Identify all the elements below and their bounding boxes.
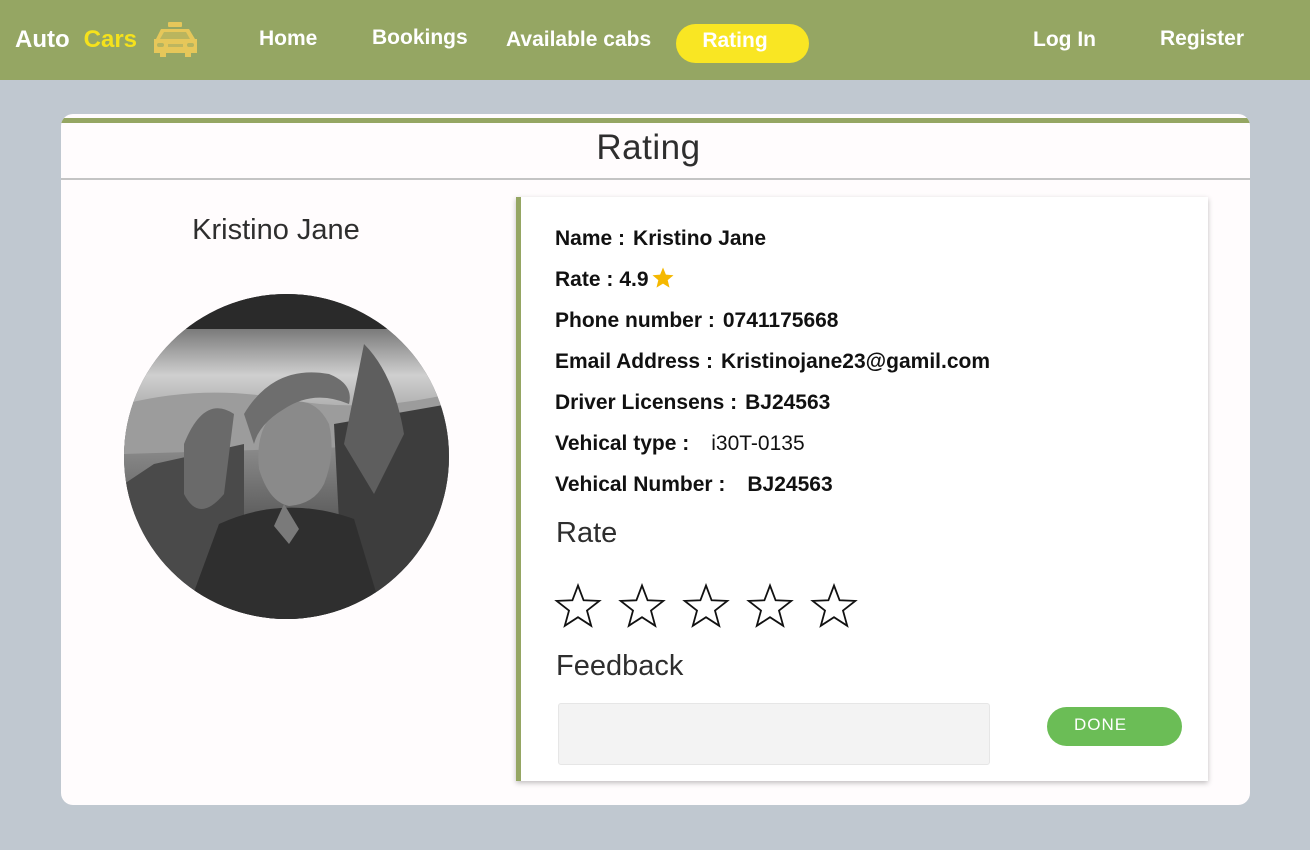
driver-avatar — [124, 294, 449, 619]
detail-vehicle-number: Vehical Number : BJ24563 — [555, 473, 833, 497]
license-label: Driver Licensens : — [555, 391, 738, 414]
nav-register[interactable]: Register — [1160, 23, 1244, 55]
rate-label: Rate : — [555, 268, 614, 291]
star-filled-icon — [651, 266, 675, 290]
vehicle-type-label: Vehical type : — [555, 432, 690, 455]
detail-vehicle-type: Vehical type : i30T-0135 — [555, 432, 805, 456]
feedback-input[interactable] — [558, 703, 990, 765]
driver-name-heading: Kristino Jane — [192, 214, 360, 246]
star-3-icon[interactable] — [682, 582, 730, 631]
vehicle-type-value: i30T-0135 — [711, 432, 805, 455]
nav-available-cabs[interactable]: Available cabs — [506, 24, 651, 56]
vehicle-number-value: BJ24563 — [747, 473, 833, 496]
taxi-icon — [151, 22, 201, 58]
nav-rating-active[interactable]: Rating — [676, 24, 809, 63]
detail-rate: Rate :4.9 — [555, 266, 675, 292]
detail-email: Email Address : Kristinojane23@gamil.com — [555, 350, 990, 374]
brand-logo[interactable]: Auto Cars — [15, 22, 201, 58]
nav-bookings[interactable]: Bookings — [372, 22, 468, 54]
name-label: Name : — [555, 227, 626, 250]
nav-home[interactable]: Home — [259, 23, 317, 55]
nav-login[interactable]: Log In — [1033, 24, 1096, 56]
email-value: Kristinojane23@gamil.com — [720, 350, 991, 373]
feedback-section-label: Feedback — [556, 650, 684, 682]
star-1-icon[interactable] — [554, 582, 602, 631]
brand-text-auto: Auto — [15, 26, 70, 53]
star-rating-input — [554, 582, 858, 631]
vehicle-number-label: Vehical Number : — [555, 473, 726, 496]
detail-phone: Phone number : 0741175668 — [555, 309, 838, 333]
detail-license: Driver Licensens : BJ24563 — [555, 391, 830, 415]
star-5-icon[interactable] — [810, 582, 858, 631]
navbar: Auto Cars Home Bookings Available cabs R… — [0, 0, 1310, 80]
card-accent-line — [61, 118, 1250, 123]
phone-value: 0741175668 — [722, 309, 839, 332]
star-2-icon[interactable] — [618, 582, 666, 631]
rate-value: 4.9 — [619, 268, 649, 291]
brand-text-cars: Cars — [83, 26, 138, 53]
page-title: Rating — [596, 128, 701, 167]
phone-label: Phone number : — [555, 309, 715, 332]
rating-card: Rating Kristino Jane Name: Kristino Jan… — [61, 114, 1250, 805]
rate-section-label: Rate — [556, 517, 618, 549]
title-divider — [61, 178, 1250, 180]
driver-details-panel: Name : Kristino Jane Rate :4.9 Phone numb… — [516, 197, 1208, 781]
email-label: Email Address : — [555, 350, 713, 373]
license-value: BJ24563 — [745, 391, 831, 414]
star-4-icon[interactable] — [746, 582, 794, 631]
name-value: Kristino Jane — [633, 227, 767, 250]
done-button[interactable]: DONE — [1047, 707, 1182, 746]
detail-name: Name : Kristino Jane — [555, 227, 766, 251]
